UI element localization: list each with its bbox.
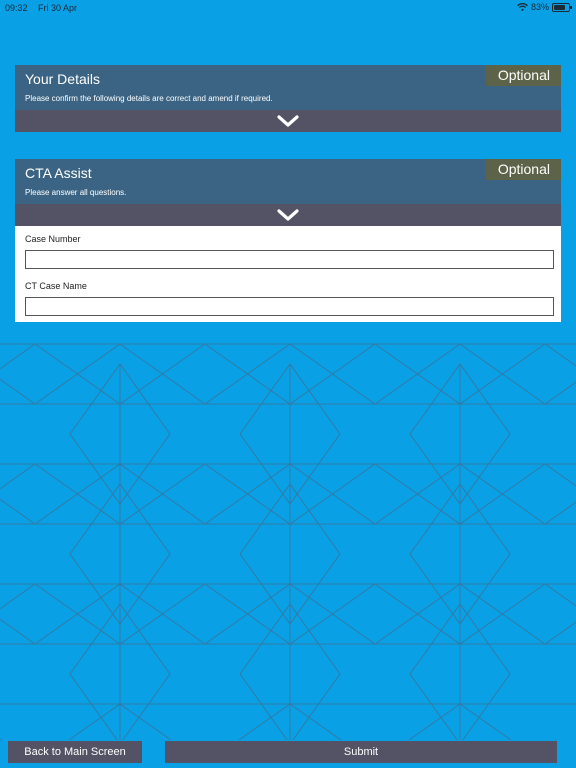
battery-percentage: 83% xyxy=(530,2,549,12)
chevron-down-icon xyxy=(277,115,299,127)
battery-icon xyxy=(552,2,572,12)
submit-button[interactable]: Submit xyxy=(165,741,557,763)
your-details-expand-toggle[interactable] xyxy=(15,110,561,132)
case-number-label: Case Number xyxy=(25,234,81,244)
chevron-down-icon xyxy=(277,209,299,221)
cta-assist-expand-toggle[interactable] xyxy=(15,204,561,226)
your-details-header: Your Details Please confirm the followin… xyxy=(15,65,561,110)
case-number-input[interactable] xyxy=(25,250,554,269)
status-date: Fri 30 Apr xyxy=(38,3,78,13)
cta-assist-form: Case Number CT Case Name xyxy=(15,226,561,322)
status-time: 09:32 xyxy=(5,3,28,13)
cta-assist-subtitle: Please answer all questions. xyxy=(25,188,127,197)
optional-badge: Optional xyxy=(485,65,561,86)
your-details-subtitle: Please confirm the following details are… xyxy=(25,94,273,103)
cta-assist-panel: CTA Assist Please answer all questions. … xyxy=(15,159,561,322)
wifi-icon xyxy=(517,3,528,11)
background-pattern xyxy=(0,343,576,740)
back-to-main-screen-button[interactable]: Back to Main Screen xyxy=(8,741,142,763)
your-details-panel: Your Details Please confirm the followin… xyxy=(15,65,561,132)
status-right: 83% xyxy=(517,2,572,12)
ct-case-name-input[interactable] xyxy=(25,297,554,316)
cta-assist-title: CTA Assist xyxy=(25,165,92,181)
your-details-title: Your Details xyxy=(25,71,100,87)
optional-badge: Optional xyxy=(485,159,561,180)
cta-assist-header: CTA Assist Please answer all questions. … xyxy=(15,159,561,204)
status-bar: 09:32 Fri 30 Apr 83% xyxy=(0,0,576,16)
ct-case-name-label: CT Case Name xyxy=(25,281,87,291)
